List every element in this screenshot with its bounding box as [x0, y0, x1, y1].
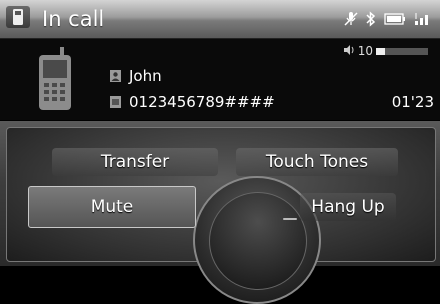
page-title: In call — [42, 7, 105, 31]
contact-number: 0123456789#### — [129, 93, 275, 111]
phone-tab-icon[interactable] — [6, 6, 30, 28]
status-icons — [344, 8, 432, 30]
call-info-panel: 10 John 0123456789#### 01'23 — [0, 39, 440, 120]
interface-dial-center[interactable] — [209, 192, 307, 290]
volume-fill — [376, 47, 386, 55]
volume-indicator: 10 — [343, 44, 428, 58]
bluetooth-icon — [366, 11, 376, 27]
hang-up-button[interactable]: Hang Up — [300, 193, 396, 221]
dial-indicator — [283, 218, 297, 220]
transfer-button[interactable]: Transfer — [52, 148, 218, 176]
contact-number-row: 0123456789#### — [110, 93, 275, 111]
speaker-icon — [343, 44, 355, 58]
contact-name: John — [129, 67, 162, 85]
battery-icon — [384, 13, 406, 25]
phone-number-icon — [110, 96, 121, 108]
title-bar: In call — [0, 0, 440, 39]
handset-icon — [38, 47, 72, 115]
mute-button[interactable]: Mute — [28, 186, 196, 228]
signal-icon — [414, 12, 432, 26]
call-duration: 01'23 — [391, 93, 434, 111]
contact-name-row: John — [110, 67, 162, 85]
volume-value: 10 — [357, 44, 373, 58]
contact-icon — [110, 70, 121, 82]
touch-tones-button[interactable]: Touch Tones — [236, 148, 398, 176]
volume-bar — [376, 47, 428, 55]
mute-mic-icon — [344, 11, 358, 27]
